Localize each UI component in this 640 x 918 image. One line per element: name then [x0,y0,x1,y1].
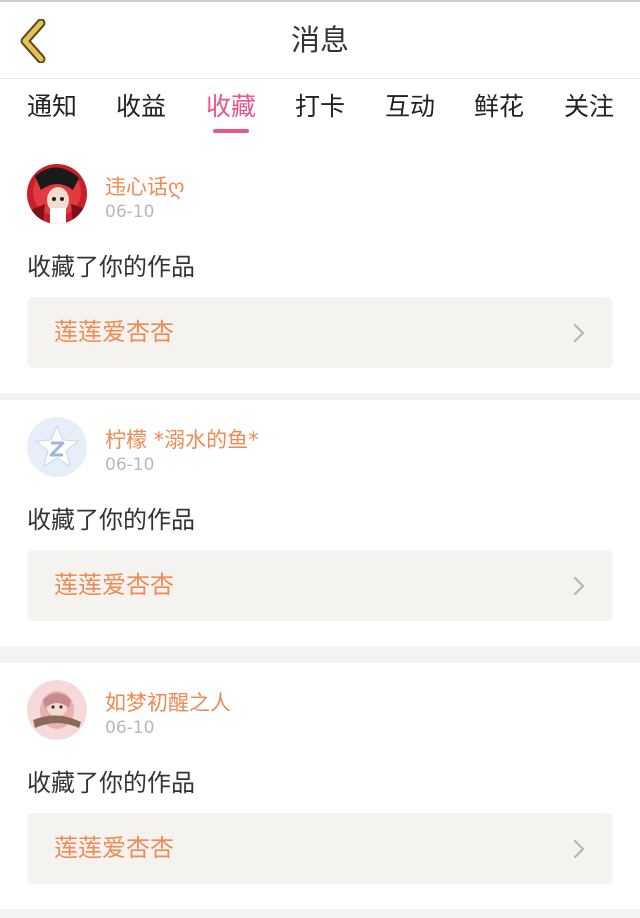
chevron-right-icon [573,576,585,596]
work-link[interactable]: 莲莲爱杏杏 [27,550,613,621]
action-text: 收藏了你的作品 [27,253,195,281]
anime-avatar-icon [27,164,87,224]
tab-bar: 通知 收益 收藏 打卡 互动 鲜花 关注 [0,79,640,147]
tab-label: 打卡 [294,92,345,121]
tab-earnings[interactable]: 收益 [96,79,186,147]
username-link[interactable]: 违心话ღ [105,171,185,201]
avatar[interactable] [27,680,87,740]
list-item: 违心话ღ 06-10 收藏了你的作品 莲莲爱杏杏 [0,147,640,393]
action-text: 收藏了你的作品 [27,769,195,797]
work-link[interactable]: 莲莲爱杏杏 [27,813,613,884]
list-item: 如梦初醒之人 06-10 收藏了你的作品 莲莲爱杏杏 [0,663,640,909]
tab-notifications[interactable]: 通知 [7,79,97,147]
active-tab-indicator [213,129,249,133]
action-text: 收藏了你的作品 [27,506,195,534]
message-date: 06-10 [105,718,155,738]
header-bar: 消息 [0,2,640,79]
work-title: 莲莲爱杏杏 [54,318,174,346]
avatar[interactable] [27,164,87,224]
page-title: 消息 [290,23,349,57]
tab-favorites[interactable]: 收藏 [186,79,276,147]
tab-label: 收益 [115,92,166,121]
default-star-avatar-icon [27,417,87,477]
tab-label: 通知 [26,92,77,121]
tab-label: 收藏 [205,92,256,121]
chevron-right-icon [573,839,585,859]
tab-following[interactable]: 关注 [544,79,634,147]
chevron-right-icon [573,323,585,343]
tab-label: 关注 [563,92,614,121]
tab-interaction[interactable]: 互动 [365,79,455,147]
work-title: 莲莲爱杏杏 [54,571,174,599]
avatar[interactable] [27,417,87,477]
tab-label: 鲜花 [473,92,524,121]
message-date: 06-10 [105,202,155,222]
list-item: 柠檬 *溺水的鱼* 06-10 收藏了你的作品 莲莲爱杏杏 [0,400,640,646]
tab-label: 互动 [384,92,435,121]
work-title: 莲莲爱杏杏 [54,834,174,862]
message-date: 06-10 [105,455,155,475]
tab-flowers[interactable]: 鲜花 [454,79,544,147]
username-link[interactable]: 柠檬 *溺水的鱼* [105,424,259,454]
tab-checkin[interactable]: 打卡 [275,79,365,147]
illustration-avatar-icon [27,680,87,740]
work-link[interactable]: 莲莲爱杏杏 [27,297,613,368]
username-link[interactable]: 如梦初醒之人 [105,687,231,717]
